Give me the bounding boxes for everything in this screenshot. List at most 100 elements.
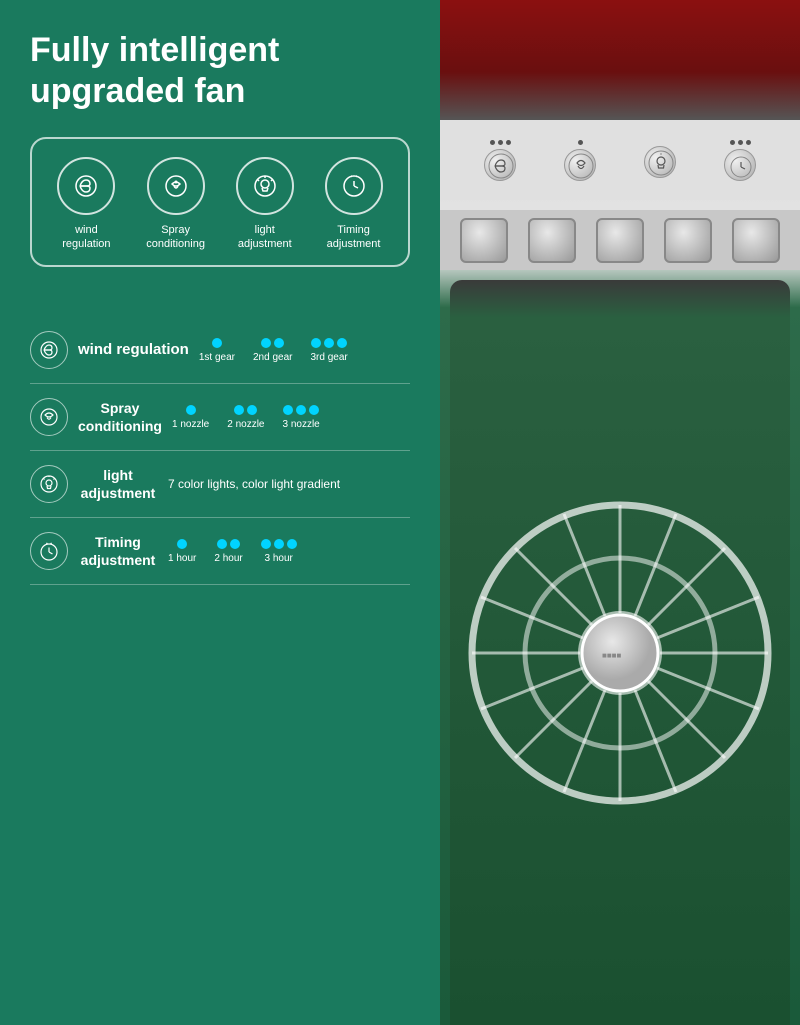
- spray-label: Sprayconditioning: [146, 223, 205, 252]
- spec-timing: Timing adjustment 1 hour 2 hour 3 hour: [30, 518, 410, 585]
- knob-group-2: [564, 140, 596, 181]
- gear3-label: 3rd gear: [310, 352, 347, 363]
- control-panel: [440, 120, 800, 200]
- light-label: lightadjustment: [238, 223, 292, 252]
- ctrl-dot: [490, 140, 495, 145]
- knob-group-3: [644, 142, 676, 178]
- control-dots-1: [490, 140, 511, 145]
- push-button-4[interactable]: [664, 218, 712, 263]
- ctrl-dot: [578, 140, 583, 145]
- spray-dots-details: 1 nozzle 2 nozzle 3 nozzle: [172, 405, 410, 430]
- knob-fan[interactable]: [484, 149, 516, 181]
- gear2-label: 2nd gear: [253, 352, 292, 363]
- light-text-details: 7 color lights, color light gradient: [168, 477, 410, 491]
- dot: [261, 539, 271, 549]
- timing-hour3: 3 hour: [261, 539, 297, 564]
- spec-light: light adjustment 7 color lights, color l…: [30, 451, 410, 518]
- title-line1: Fully intelligent: [30, 31, 279, 69]
- fan-spokes-svg: ■■■■: [460, 403, 780, 903]
- right-panel: ■■■■: [440, 0, 800, 1025]
- spray-dots-row: 1 nozzle 2 nozzle 3 nozzle: [172, 405, 410, 430]
- spray-nozzle3: 3 nozzle: [282, 405, 319, 430]
- dot: [261, 338, 271, 348]
- main-title: Fully intelligent upgraded fan: [30, 30, 410, 112]
- left-panel: Fully intelligent upgraded fan windregul…: [0, 0, 440, 1025]
- nozzle1-label: 1 nozzle: [172, 419, 209, 430]
- wind-gear2: 2nd gear: [253, 338, 292, 363]
- light-icon: [236, 157, 294, 215]
- dot: [247, 405, 257, 415]
- timing-hour1: 1 hour: [168, 539, 196, 564]
- knob-light[interactable]: [644, 146, 676, 178]
- light-spec-text: 7 color lights, color light gradient: [168, 477, 410, 491]
- wind-gear1: 1st gear: [199, 338, 235, 363]
- hour3-label: 3 hour: [265, 553, 293, 564]
- wind-icon: [57, 157, 115, 215]
- wind-dots-details: 1st gear 2nd gear 3rd gear: [199, 338, 410, 363]
- nozzle2-label: 2 nozzle: [227, 419, 264, 430]
- light-spec-label2: adjustment: [78, 484, 158, 502]
- light-spec-label: light: [78, 466, 158, 484]
- dot: [311, 338, 321, 348]
- specs-section: wind regulation 1st gear 2nd gear 3rd ge…: [30, 317, 410, 585]
- dot: [283, 405, 293, 415]
- dot: [212, 338, 222, 348]
- dot: [274, 539, 284, 549]
- spray-nozzle1: 1 nozzle: [172, 405, 209, 430]
- feature-light: lightadjustment: [236, 157, 294, 252]
- feature-timing: Timingadjustment: [325, 157, 383, 252]
- spec-spray: Spray conditioning 1 nozzle 2 nozzle 3: [30, 384, 410, 451]
- gear1-label: 1st gear: [199, 352, 235, 363]
- feature-box: windregulation Sprayconditioning: [30, 137, 410, 268]
- title-line2: upgraded fan: [30, 72, 245, 110]
- spec-light-icon: [30, 465, 68, 503]
- feature-wind: windregulation: [57, 157, 115, 252]
- timing-spec-label2: adjustment: [78, 551, 158, 569]
- spray-spec-label: Spray: [80, 399, 160, 417]
- knob-timer[interactable]: [724, 149, 756, 181]
- knob-group-1: [484, 140, 516, 181]
- dot: [337, 338, 347, 348]
- svg-text:■■■■: ■■■■: [602, 651, 621, 660]
- timing-spec-label: Timing: [78, 533, 158, 551]
- dot: [177, 539, 187, 549]
- wind-spec-label: wind regulation: [78, 340, 189, 360]
- timing-dots-row: 1 hour 2 hour 3 hour: [168, 539, 410, 564]
- knob-group-4: [724, 140, 756, 181]
- spec-wind-icon: [30, 331, 68, 369]
- wind-label: windregulation: [62, 223, 110, 252]
- spray-spec-label2: conditioning: [78, 417, 162, 435]
- fan-container: ■■■■: [440, 0, 800, 1025]
- spray-icon: [147, 157, 205, 215]
- ctrl-dot: [746, 140, 751, 145]
- dot: [230, 539, 240, 549]
- fan-body: ■■■■: [450, 280, 790, 1025]
- ctrl-dot: [498, 140, 503, 145]
- push-button-3[interactable]: [596, 218, 644, 263]
- ctrl-dot: [738, 140, 743, 145]
- feature-spray: Sprayconditioning: [146, 157, 205, 252]
- wind-dots-row: 1st gear 2nd gear 3rd gear: [199, 338, 410, 363]
- dot: [296, 405, 306, 415]
- push-button-2[interactable]: [528, 218, 576, 263]
- push-button-1[interactable]: [460, 218, 508, 263]
- dot: [234, 405, 244, 415]
- dot: [186, 405, 196, 415]
- push-button-5[interactable]: [732, 218, 780, 263]
- hour1-label: 1 hour: [168, 553, 196, 564]
- dot: [287, 539, 297, 549]
- spec-timing-icon: [30, 532, 68, 570]
- ctrl-dot: [506, 140, 511, 145]
- knob-spray[interactable]: [564, 149, 596, 181]
- timing-hour2: 2 hour: [214, 539, 242, 564]
- timing-icon: [325, 157, 383, 215]
- nozzle3-label: 3 nozzle: [282, 419, 319, 430]
- control-dots-2: [578, 140, 583, 145]
- timing-label: Timingadjustment: [327, 223, 381, 252]
- button-row: [440, 210, 800, 270]
- fan-grid: ■■■■: [470, 378, 770, 928]
- dot: [217, 539, 227, 549]
- top-bar: [440, 0, 800, 120]
- ctrl-dot: [730, 140, 735, 145]
- hour2-label: 2 hour: [214, 553, 242, 564]
